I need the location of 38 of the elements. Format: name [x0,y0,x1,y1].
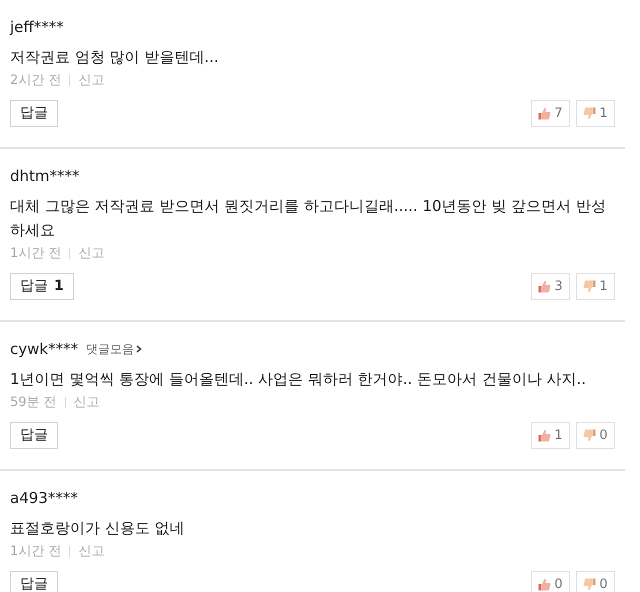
reply-button[interactable]: 답글 [10,571,58,592]
comment-time: 2시간 전 [10,72,62,90]
thumbs-up-icon [538,429,552,442]
reply-button[interactable]: 답글 1 [10,273,74,300]
comment-text: 대체 그많은 저작권료 받으면서 뭔짓거리를 하고다니길래..... 10년동안 빚 갚으면서 반성 하세요 [10,196,607,240]
like-button[interactable]: 1 [531,422,570,449]
dislike-button[interactable]: 0 [576,571,615,592]
like-button[interactable]: 3 [531,273,570,300]
report-link[interactable]: 신고 [78,542,104,561]
chevron-right-icon [136,345,142,354]
comment-time: 59분 전 [10,394,57,412]
report-link[interactable]: 신고 [74,392,100,412]
thumbs-up-icon [538,280,552,293]
comment-time: 1시간 전 [10,542,62,560]
report-link[interactable]: 신고 [78,70,104,90]
comment-collection-link[interactable]: 댓글모음 [86,340,142,358]
reply-button[interactable]: 답글 [10,100,58,127]
comment-text: 표절호랑이가 신용도 없네 [10,518,186,538]
like-button[interactable]: 0 [531,571,570,592]
author-name: cywk**** [10,339,78,360]
report-link[interactable]: 신고 [78,244,104,263]
reply-button[interactable]: 답글 [10,422,58,449]
thumbs-down-icon [583,578,596,591]
thumbs-down-icon [583,107,596,120]
dislike-button[interactable]: 0 [576,422,615,449]
author-name: a493**** [10,488,78,509]
thumbs-down-icon [583,280,596,293]
like-button[interactable]: 7 [531,100,570,127]
author-name: dhtm**** [10,166,80,187]
thumbs-up-icon [538,107,552,120]
dislike-button[interactable]: 1 [576,273,615,300]
author-name: jeff**** [10,17,64,38]
thumbs-down-icon [583,429,596,442]
comment-text: 저작권료 엄청 많이 받을텐데... [10,46,220,68]
dislike-button[interactable]: 1 [576,100,615,127]
thumbs-up-icon [538,578,552,591]
comment-text: 1년이면 몇억씩 통장에 들어올텐데.. 사업은 뭐하러 한거야.. 돈모아서 건물이나 사지.. [10,368,588,390]
comment-time: 1시간 전 [10,244,62,262]
